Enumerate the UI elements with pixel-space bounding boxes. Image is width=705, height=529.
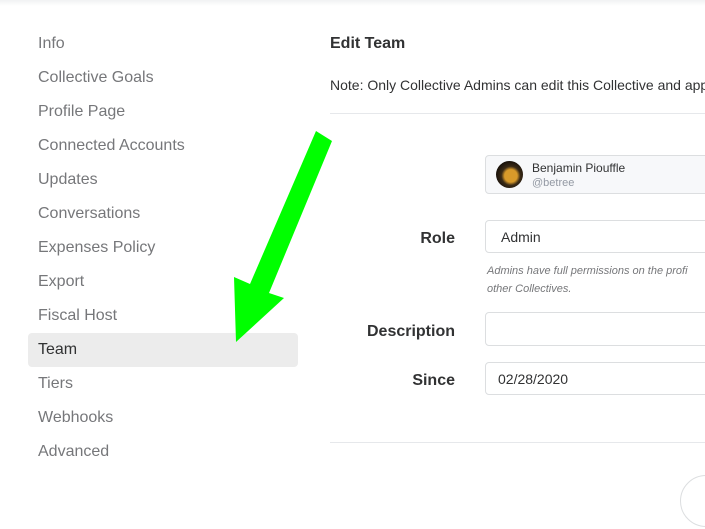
sidebar-item-fiscal-host[interactable]: Fiscal Host	[28, 299, 298, 333]
sidebar-item-connected-accounts[interactable]: Connected Accounts	[28, 129, 298, 163]
divider-top	[330, 113, 705, 114]
since-label: Since	[412, 372, 455, 389]
sidebar-item-conversations[interactable]: Conversations	[28, 197, 298, 231]
admin-note: Note: Only Collective Admins can edit th…	[330, 77, 705, 93]
sidebar-item-expenses-policy[interactable]: Expenses Policy	[28, 231, 298, 265]
settings-sidebar: Info Collective Goals Profile Page Conne…	[28, 27, 298, 469]
member-name: Benjamin Piouffle	[532, 161, 626, 175]
role-help-line-2: other Collectives.	[487, 283, 572, 295]
description-label: Description	[366, 323, 455, 340]
role-label: Role	[420, 230, 455, 247]
sidebar-item-export[interactable]: Export	[28, 265, 298, 299]
member-card[interactable]: Benjamin Piouffle @betree	[485, 155, 705, 194]
sidebar-item-tiers[interactable]: Tiers	[28, 367, 298, 401]
sidebar-item-profile-page[interactable]: Profile Page	[28, 95, 298, 129]
sidebar-item-info[interactable]: Info	[28, 27, 298, 61]
divider-bottom	[330, 442, 705, 443]
role-help-line-1: Admins have full permissions on the prof…	[487, 265, 688, 277]
page-title: Edit Team	[330, 35, 406, 52]
sidebar-item-advanced[interactable]: Advanced	[28, 435, 298, 469]
sidebar-item-updates[interactable]: Updates	[28, 163, 298, 197]
sidebar-item-collective-goals[interactable]: Collective Goals	[28, 61, 298, 95]
description-input[interactable]	[485, 312, 705, 346]
sidebar-item-webhooks[interactable]: Webhooks	[28, 401, 298, 435]
avatar	[496, 161, 523, 188]
edit-team-panel: Edit Team Note: Only Collective Admins c…	[330, 0, 705, 529]
member-handle: @betree	[532, 177, 575, 189]
role-help-text: Admins have full permissions on the prof…	[487, 262, 705, 298]
since-date-input[interactable]: 02/28/2020	[485, 362, 705, 395]
sidebar-item-team[interactable]: Team	[28, 333, 298, 367]
role-select[interactable]: Admin	[485, 220, 705, 253]
